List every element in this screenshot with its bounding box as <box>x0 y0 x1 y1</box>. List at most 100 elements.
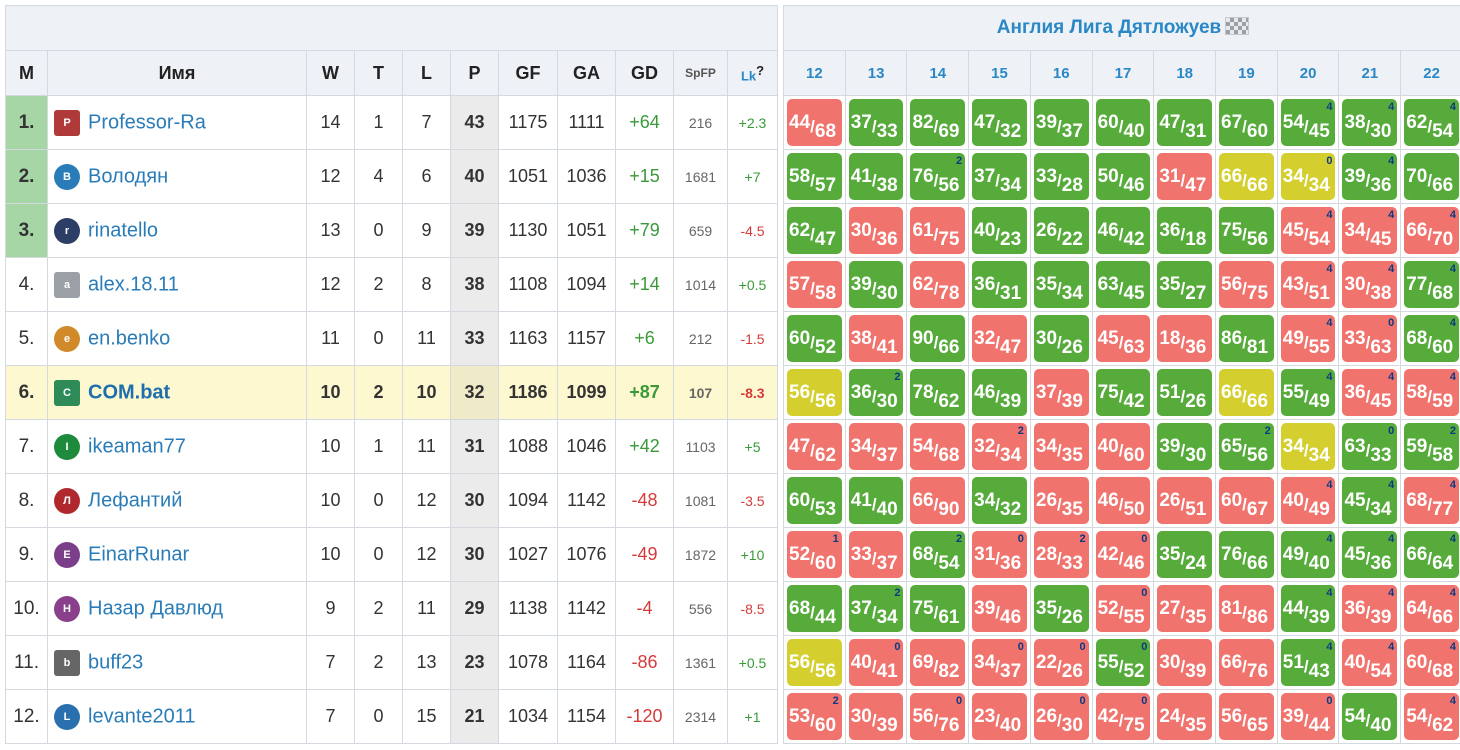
match-result[interactable]: 68/77 4 <box>1404 477 1459 524</box>
match-result[interactable]: 36/31 <box>972 261 1027 308</box>
match-result[interactable]: 32/47 <box>972 315 1027 362</box>
team-name-cell[interactable]: Llevante2011 <box>47 689 307 744</box>
team-name-link[interactable]: COM.bat <box>88 381 170 403</box>
match-result[interactable]: 27/35 <box>1157 585 1213 632</box>
team-name-cell[interactable]: E EinarRunar <box>47 527 307 582</box>
match-result[interactable]: 49/40 4 <box>1280 531 1336 578</box>
match-result[interactable]: 34/34 0 <box>1280 153 1336 200</box>
team-name-link[interactable]: Назар Давлюд <box>88 597 223 619</box>
match-result[interactable]: 66/70 4 <box>1404 207 1459 254</box>
match-result[interactable]: 39/37 <box>1033 99 1089 146</box>
match-result[interactable]: 41/38 <box>848 153 904 200</box>
match-result[interactable]: 45/36 4 <box>1342 531 1398 578</box>
match-result[interactable]: 45/34 4 <box>1342 477 1398 524</box>
match-result[interactable]: 63/45 <box>1095 261 1151 308</box>
col-header-l[interactable]: L <box>402 50 451 96</box>
match-result[interactable]: 34/37 0 <box>972 639 1027 686</box>
match-result[interactable]: 56/56 <box>787 369 842 416</box>
match-result[interactable]: 58/57 <box>787 153 842 200</box>
match-result[interactable]: 30/39 <box>1157 639 1213 686</box>
match-result[interactable]: 65/56 2 <box>1219 423 1274 470</box>
match-result[interactable]: 42/46 0 <box>1095 531 1151 578</box>
match-result[interactable]: 60/67 <box>1219 477 1274 524</box>
match-result[interactable]: 44/68 <box>787 99 842 146</box>
match-result[interactable]: 56/75 <box>1219 261 1274 308</box>
match-result[interactable]: 30/38 4 <box>1342 261 1398 308</box>
match-result[interactable]: 36/45 4 <box>1342 369 1398 416</box>
match-result[interactable]: 69/82 <box>910 639 966 686</box>
match-result[interactable]: 23/40 <box>972 693 1027 740</box>
round-header-15[interactable]: 15 <box>968 50 1031 96</box>
round-header-20[interactable]: 20 <box>1276 50 1340 96</box>
team-name-link[interactable]: Володян <box>88 165 168 187</box>
match-result[interactable]: 78/62 <box>910 369 966 416</box>
col-header-p[interactable]: P <box>450 50 499 96</box>
match-result[interactable]: 47/62 <box>787 423 842 470</box>
match-result[interactable]: 66/64 4 <box>1404 531 1459 578</box>
match-result[interactable]: 34/32 <box>972 477 1027 524</box>
match-result[interactable]: 36/30 2 <box>848 369 904 416</box>
match-result[interactable]: 30/39 <box>848 693 904 740</box>
match-result[interactable]: 75/56 <box>1219 207 1274 254</box>
match-result[interactable]: 67/60 <box>1219 99 1274 146</box>
match-result[interactable]: 68/60 4 <box>1404 315 1459 362</box>
round-header-17[interactable]: 17 <box>1091 50 1155 96</box>
match-result[interactable]: 66/66 <box>1219 153 1274 200</box>
match-result[interactable]: 60/68 4 <box>1404 639 1459 686</box>
match-result[interactable]: 75/42 <box>1095 369 1151 416</box>
match-result[interactable]: 41/40 <box>848 477 904 524</box>
col-header-spfp[interactable]: SpFP <box>673 50 728 96</box>
match-result[interactable]: 26/22 <box>1033 207 1089 254</box>
match-result[interactable]: 33/28 <box>1033 153 1089 200</box>
match-result[interactable]: 54/68 <box>910 423 966 470</box>
team-name-cell[interactable]: Л Лефантий <box>47 473 307 528</box>
round-header-21[interactable]: 21 <box>1338 50 1402 96</box>
team-name-cell[interactable]: r rinatello <box>47 203 307 258</box>
match-result[interactable]: 50/46 <box>1095 153 1151 200</box>
match-result[interactable]: 57/58 <box>787 261 842 308</box>
team-name-cell[interactable]: Н Назар Давлюд <box>47 581 307 636</box>
match-result[interactable]: 40/54 4 <box>1342 639 1398 686</box>
match-result[interactable]: 66/66 <box>1219 369 1274 416</box>
match-result[interactable]: 68/54 2 <box>910 531 966 578</box>
round-header-16[interactable]: 16 <box>1029 50 1093 96</box>
match-result[interactable]: 40/49 4 <box>1280 477 1336 524</box>
match-result[interactable]: 35/27 <box>1157 261 1213 308</box>
match-result[interactable]: 54/45 4 <box>1280 99 1336 146</box>
match-result[interactable]: 66/76 <box>1219 639 1274 686</box>
match-result[interactable]: 30/36 <box>848 207 904 254</box>
team-name-cell[interactable]: В Володян <box>47 149 307 204</box>
match-result[interactable]: 70/66 <box>1404 153 1459 200</box>
round-header-18[interactable]: 18 <box>1153 50 1217 96</box>
match-result[interactable]: 62/47 <box>787 207 842 254</box>
match-result[interactable]: 37/34 2 <box>848 585 904 632</box>
col-header-t[interactable]: T <box>354 50 403 96</box>
match-result[interactable]: 40/60 <box>1095 423 1151 470</box>
team-name-cell[interactable]: C COM.bat <box>47 365 307 420</box>
match-result[interactable]: 53/60 2 <box>787 693 842 740</box>
col-header-w[interactable]: W <box>306 50 355 96</box>
match-result[interactable]: 39/44 0 <box>1280 693 1336 740</box>
match-result[interactable]: 22/26 0 <box>1033 639 1089 686</box>
team-name-link[interactable]: en.benko <box>88 327 170 349</box>
team-name-link[interactable]: rinatello <box>88 219 158 241</box>
match-result[interactable]: 24/35 <box>1157 693 1213 740</box>
col-header-lk[interactable]: Lk? <box>727 50 778 96</box>
match-result[interactable]: 54/62 4 <box>1404 693 1459 740</box>
match-result[interactable]: 55/52 0 <box>1095 639 1151 686</box>
match-result[interactable]: 33/37 <box>848 531 904 578</box>
match-result[interactable]: 35/26 <box>1033 585 1089 632</box>
match-result[interactable]: 86/81 <box>1219 315 1274 362</box>
match-result[interactable]: 26/35 <box>1033 477 1089 524</box>
match-result[interactable]: 45/54 4 <box>1280 207 1336 254</box>
match-result[interactable]: 26/30 0 <box>1033 693 1089 740</box>
match-result[interactable]: 34/45 4 <box>1342 207 1398 254</box>
match-result[interactable]: 82/69 <box>910 99 966 146</box>
team-name-link[interactable]: EinarRunar <box>88 543 189 565</box>
team-name-link[interactable]: Лефантий <box>88 489 182 511</box>
match-result[interactable]: 18/36 <box>1157 315 1213 362</box>
round-header-13[interactable]: 13 <box>844 50 908 96</box>
match-result[interactable]: 60/40 <box>1095 99 1151 146</box>
match-result[interactable]: 26/51 <box>1157 477 1213 524</box>
match-result[interactable]: 66/90 <box>910 477 966 524</box>
